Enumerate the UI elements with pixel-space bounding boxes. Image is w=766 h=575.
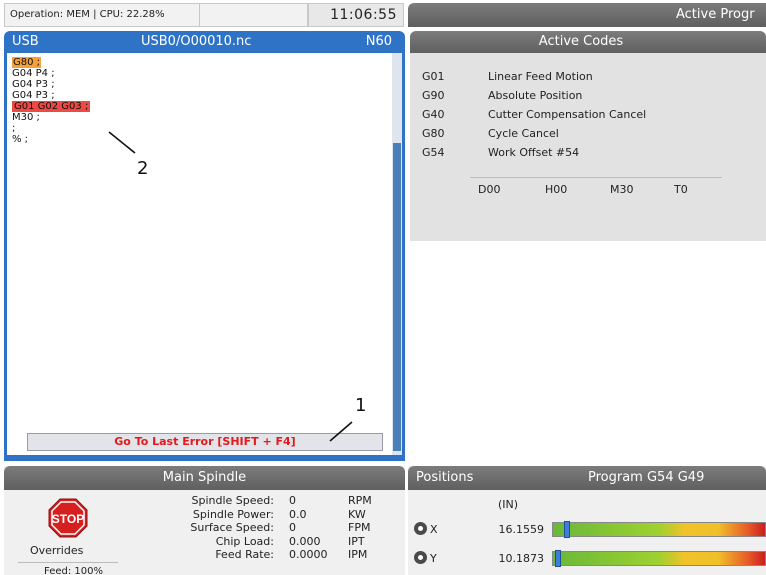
- axis-load-marker: [564, 521, 570, 538]
- active-code-description: Cycle Cancel: [488, 127, 559, 140]
- spindle-units: RPM KW FPM IPT IPM: [348, 494, 388, 562]
- active-codes-title: Active Codes: [410, 31, 766, 53]
- active-program-tab[interactable]: Active Progr: [408, 3, 766, 27]
- active-code: G54: [422, 146, 445, 159]
- code-line-text: G80 ;: [12, 57, 42, 68]
- code-line[interactable]: G04 P3 ;: [12, 90, 90, 101]
- code-line[interactable]: ;: [12, 123, 90, 134]
- codes-divider: [470, 177, 722, 178]
- active-code: G90: [422, 89, 445, 102]
- spindle-stat-value: 0.0000: [289, 548, 328, 561]
- spindle-stat-value: 0: [289, 521, 296, 534]
- code-line[interactable]: G04 P4 ;: [12, 68, 90, 79]
- active-code-row: G01 Linear Feed Motion: [422, 67, 646, 86]
- callout-1: 1: [355, 395, 367, 416]
- active-code-row: G54 Work Offset #54: [422, 143, 646, 162]
- program-coords-label[interactable]: Program G54 G49: [588, 466, 704, 490]
- active-code-row: G80 Cycle Cancel: [422, 124, 646, 143]
- device-label: USB: [12, 34, 39, 49]
- active-code-description: Linear Feed Motion: [488, 70, 593, 83]
- code-line[interactable]: G80 ;: [12, 57, 90, 68]
- axis-load-bar: [552, 550, 766, 567]
- spindle-stat-value: 0.000: [289, 534, 321, 548]
- program-text-area[interactable]: G80 ; G04 P4 ; G04 P3 ; G04 P3 ; G01 G02 G03…: [7, 53, 402, 455]
- code-line-text: G04 P4 ;: [12, 68, 55, 79]
- scrollbar-thumb[interactable]: [393, 143, 401, 451]
- axis-position-value: 10.1873: [498, 552, 545, 565]
- code-line[interactable]: G04 P3 ;: [12, 79, 90, 90]
- spindle-labels: Spindle Speed: Spindle Power: Surface Spee…: [124, 494, 274, 562]
- axis-name: Y: [430, 552, 437, 565]
- overrides-divider: [18, 562, 118, 563]
- feed-override: Feed: 100%: [44, 566, 103, 575]
- stop-icon[interactable]: STOP: [48, 498, 88, 538]
- editor-header: USB USB0/O00010.nc N60: [7, 31, 402, 53]
- editor-scrollbar[interactable]: [392, 53, 402, 455]
- spindle-stat-value: 0: [289, 494, 296, 507]
- active-code-description: Cutter Compensation Cancel: [488, 108, 647, 121]
- program-path: USB0/O00010.nc: [141, 34, 252, 49]
- spindle-stat-value: 0.0: [289, 507, 307, 521]
- code-line-text: ;: [12, 123, 16, 134]
- status-spacer: [200, 3, 308, 27]
- spindle-stat-label: Chip Load:: [215, 534, 274, 548]
- active-code: G01: [422, 70, 445, 83]
- axis-load-marker: [555, 550, 561, 567]
- positions-header: Positions Program G54 G49: [408, 466, 766, 490]
- home-icon[interactable]: [414, 551, 427, 564]
- active-code-row: G90 Absolute Position: [422, 86, 646, 105]
- clock: 11:06:55: [308, 3, 404, 27]
- callout-2: 2: [137, 158, 149, 179]
- spindle-stat-label: Spindle Speed:: [191, 494, 274, 507]
- spindle-stat-unit: RPM: [348, 494, 372, 507]
- spindle-stat-unit: FPM: [348, 521, 371, 534]
- axis-position-value: 16.1559: [498, 523, 545, 536]
- code-line-text: G04 P3 ;: [12, 90, 55, 101]
- main-spindle-pane: Main Spindle STOP Overrides Feed: 100% S…: [4, 466, 405, 575]
- program-editor-pane: USB USB0/O00010.nc N60 G80 ; G04 P4 ; G04 …: [4, 31, 405, 461]
- t-code: T0: [674, 183, 688, 196]
- code-line-text: M30 ;: [12, 112, 40, 123]
- main-spindle-title: Main Spindle: [4, 466, 405, 490]
- overrides-label: Overrides: [30, 544, 84, 557]
- positions-pane: Positions Program G54 G49 (IN) X 16.1559 Y…: [408, 466, 766, 575]
- home-icon[interactable]: [414, 522, 427, 535]
- code-lines: G80 ; G04 P4 ; G04 P3 ; G04 P3 ; G01 G02 G03…: [12, 57, 91, 145]
- h-code: H00: [545, 183, 568, 196]
- code-line[interactable]: M30 ;: [12, 112, 90, 123]
- active-code-row: G40 Cutter Compensation Cancel: [422, 105, 646, 124]
- active-code: G80: [422, 127, 445, 140]
- units-label: (IN): [498, 498, 519, 511]
- code-line-text: G04 P3 ;: [12, 79, 55, 90]
- spindle-stat-label: Feed Rate:: [215, 548, 274, 561]
- block-number: N60: [365, 34, 392, 49]
- spindle-stat-label: Spindle Power:: [192, 507, 274, 521]
- spindle-stat-label: Surface Speed:: [190, 521, 274, 534]
- active-codes-pane: Active Codes G01 Linear Feed Motion G90 Abs…: [410, 31, 766, 241]
- axis-name: X: [430, 523, 438, 536]
- goto-last-error-button[interactable]: Go To Last Error [SHIFT + F4]: [27, 433, 383, 451]
- active-code-description: Work Offset #54: [488, 146, 580, 159]
- spindle-stat-unit: IPM: [348, 548, 368, 561]
- axis-load-bar: [552, 521, 766, 538]
- code-line-text: G01 G02 G03 ;: [12, 101, 91, 112]
- code-line[interactable]: G01 G02 G03 ;: [12, 101, 91, 112]
- axis-row-x: X 16.1559: [408, 520, 766, 540]
- code-line-text: % ;: [12, 134, 29, 145]
- active-code-description: Absolute Position: [488, 89, 583, 102]
- active-code: G40: [422, 108, 445, 121]
- code-line[interactable]: % ;: [12, 134, 90, 145]
- active-codes-list: G01 Linear Feed Motion G90 Absolute Positio…: [422, 67, 646, 162]
- spindle-stat-unit: IPT: [348, 534, 365, 548]
- stop-label: STOP: [52, 512, 84, 526]
- d-code: D00: [478, 183, 501, 196]
- positions-title: Positions: [416, 470, 474, 485]
- operation-status: Operation: MEM | CPU: 22.28%: [4, 3, 200, 27]
- axis-row-y: Y 10.1873: [408, 549, 766, 569]
- spindle-values: 0 0.0 0 0.000 0.0000: [289, 494, 349, 562]
- m-code: M30: [610, 183, 634, 196]
- spindle-stat-unit: KW: [348, 507, 366, 521]
